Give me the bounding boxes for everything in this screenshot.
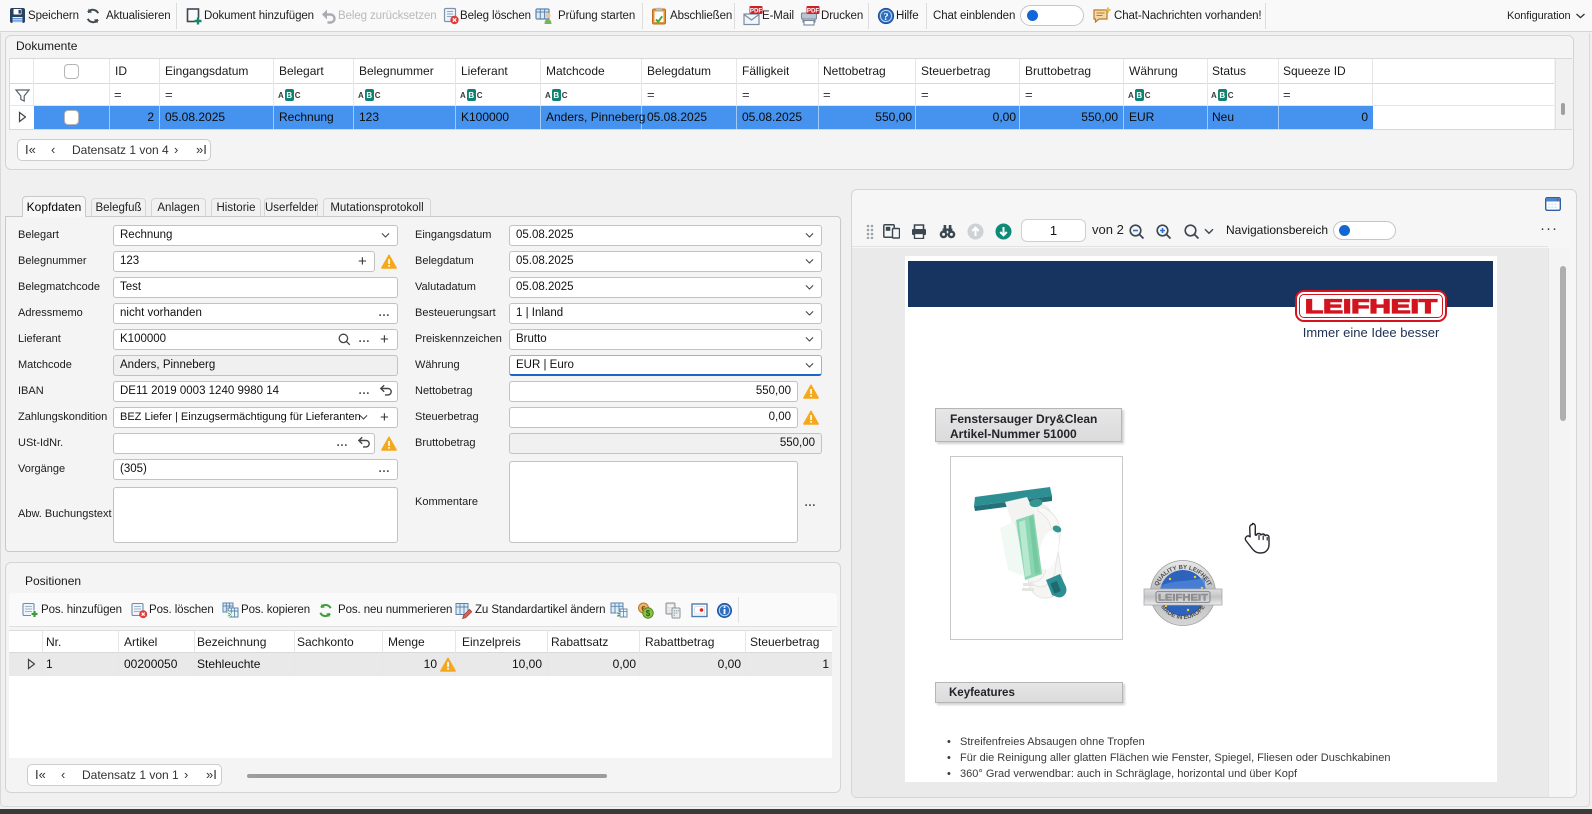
svg-text:LEIFHEIT: LEIFHEIT <box>1305 297 1438 318</box>
svg-text:LEIFHEIT: LEIFHEIT <box>1158 593 1209 603</box>
svg-text:PDF: PDF <box>750 7 763 14</box>
svg-text:$: $ <box>646 609 651 618</box>
svg-text:PDF: PDF <box>807 7 820 14</box>
svg-text:?: ? <box>883 12 888 23</box>
